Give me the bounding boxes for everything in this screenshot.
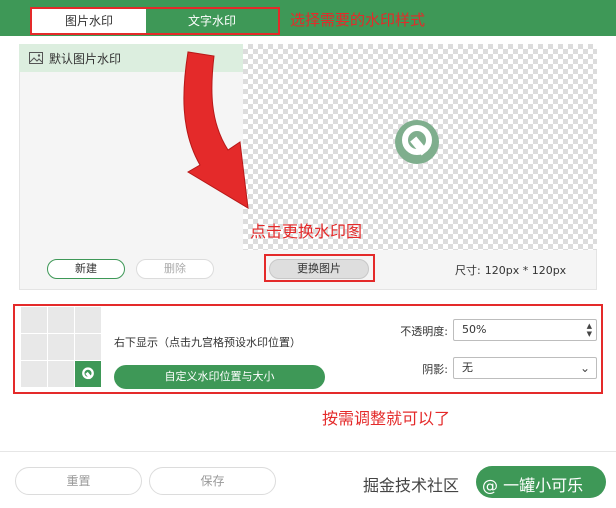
save-button[interactable]: 保存 bbox=[149, 467, 276, 495]
replace-highlight-box bbox=[264, 254, 375, 282]
size-label: 尺寸: bbox=[455, 264, 481, 277]
footer-watermark-author: @ 一罐小可乐 bbox=[482, 476, 584, 495]
new-button[interactable]: 新建 bbox=[47, 259, 125, 279]
annotation-select-style: 选择需要的水印样式 bbox=[290, 11, 426, 29]
reset-button[interactable]: 重置 bbox=[15, 467, 142, 495]
footer-watermark-site: 掘金技术社区 bbox=[363, 476, 460, 495]
settings-highlight-box bbox=[13, 304, 603, 394]
tabs-highlight-box bbox=[30, 7, 280, 35]
annotation-arrow bbox=[183, 51, 249, 209]
list-item-label: 默认图片水印 bbox=[49, 51, 122, 66]
image-icon bbox=[29, 52, 43, 64]
annotation-adjust: 按需调整就可以了 bbox=[322, 409, 451, 428]
size-info: 尺寸: 120px * 120px bbox=[455, 262, 566, 278]
delete-button[interactable]: 删除 bbox=[136, 259, 214, 279]
watermark-logo-icon bbox=[395, 120, 439, 164]
size-value: 120px * 120px bbox=[484, 264, 567, 277]
footer-divider bbox=[0, 451, 616, 452]
annotation-replace-image: 点击更换水印图 bbox=[250, 222, 363, 241]
